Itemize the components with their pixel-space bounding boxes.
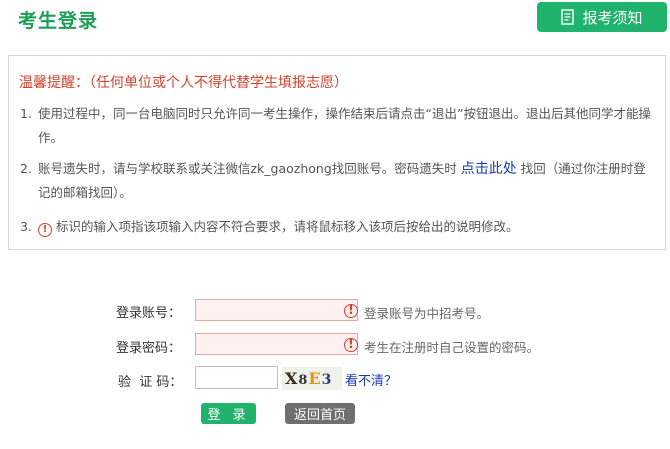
password-error-icon: ! <box>344 338 358 352</box>
captcha-char: E <box>308 369 322 388</box>
tip-item-1: 1. 使用过程中，同一台电脑同时只允许同一考生操作，操作结束后请点击“退出”按钮退… <box>20 102 656 150</box>
password-hint: 考生在注册时自己设置的密码。 <box>364 340 540 355</box>
tip-text: 账号遗失时，请与学校联系或关注微信zk_gaozhong找回账号。密码遗失时 <box>38 161 457 176</box>
tip-item-2: 2. 账号遗失时，请与学校联系或关注微信zk_gaozhong找回账号。密码遗失时… <box>20 157 656 205</box>
tip-text: 标识的输入项指该项输入内容不符合要求，请将鼠标移入该项后按给出的说明修改。 <box>56 219 519 234</box>
password-label: 登录密码： <box>116 341 182 356</box>
captcha-char: 3 <box>321 372 333 388</box>
tip-number: 1. <box>20 106 32 121</box>
error-icon: ! <box>38 223 52 237</box>
password-input[interactable] <box>195 333 358 355</box>
captcha-char: 8 <box>298 373 309 388</box>
tip-number: 3. <box>20 219 32 234</box>
back-home-button[interactable]: 返回首页 <box>285 403 355 424</box>
document-icon <box>561 9 575 25</box>
exam-notice-label: 报考须知 <box>582 8 643 27</box>
account-hint: 登录账号为中招考号。 <box>364 306 490 321</box>
account-input[interactable] <box>195 299 358 321</box>
tip-content: 账号遗失时，请与学校联系或关注微信zk_gaozhong找回账号。密码遗失时 点… <box>38 157 653 205</box>
tip-item-3: 3.! 标识的输入项指该项输入内容不符合要求，请将鼠标移入该项后按给出的说明修改。 <box>20 215 656 239</box>
tip-number: 2. <box>20 161 32 176</box>
recover-password-link[interactable]: 点击此处 <box>461 161 517 177</box>
captcha-image[interactable]: X8E3 <box>282 367 342 390</box>
warning-title: 温馨提醒：（任何单位或个人不得代替学生填报志愿） <box>19 75 348 91</box>
notice-panel: 温馨提醒：（任何单位或个人不得代替学生填报志愿） 1. 使用过程中，同一台电脑同时… <box>8 55 666 250</box>
captcha-label: 验 证 码： <box>118 375 183 390</box>
exam-notice-button[interactable]: 报考须知 <box>537 2 667 32</box>
account-error-icon: ! <box>344 304 358 318</box>
login-button[interactable]: 登 录 <box>201 403 256 424</box>
captcha-char: X <box>285 369 299 388</box>
tip-content: ! 标识的输入项指该项输入内容不符合要求，请将鼠标移入该项后按给出的说明修改。 <box>38 215 653 239</box>
captcha-input[interactable] <box>195 366 278 389</box>
account-label: 登录账号： <box>116 306 182 321</box>
captcha-refresh-link[interactable]: 看不清？ <box>345 370 397 389</box>
page-title: 考生登录 <box>18 10 99 32</box>
tip-text: 使用过程中，同一台电脑同时只允许同一考生操作，操作结束后请点击“退出”按钮退出。… <box>38 106 651 145</box>
